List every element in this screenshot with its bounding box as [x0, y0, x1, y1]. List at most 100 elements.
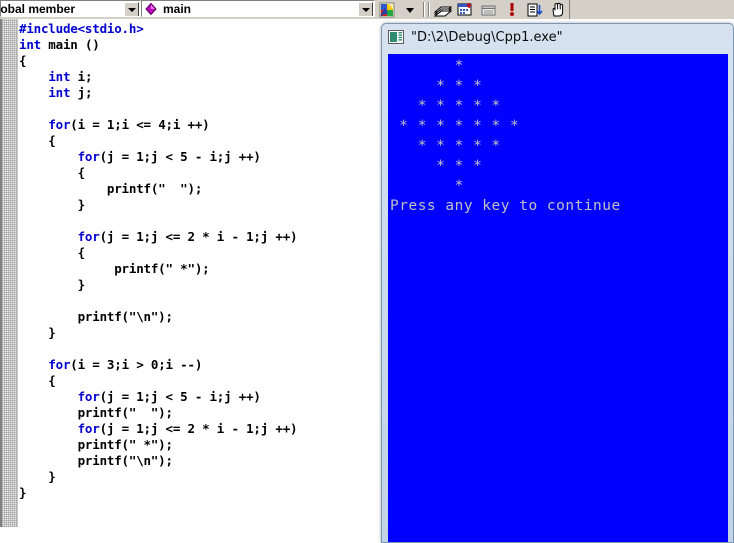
console-output: * * * * * * * * * * * * * * * * * * * * … — [388, 54, 728, 216]
code-line: for(j = 1;j <= 2 * i - 1;j ++) — [19, 421, 380, 437]
code-line: } — [19, 277, 380, 293]
go-to-definition-icon[interactable] — [523, 0, 546, 19]
code-line: } — [19, 325, 380, 341]
console-output-line: * * * * * — [390, 98, 501, 114]
code-line: int main () — [19, 37, 380, 53]
code-text: { — [19, 245, 86, 260]
code-line: for(j = 1;j < 5 - i;j ++) — [19, 149, 380, 165]
console-titlebar[interactable]: "D:\2\Debug\Cpp1.exe" — [382, 24, 733, 50]
code-text: (i = 3;i > 0;i --) — [70, 357, 203, 372]
code-line: printf(" *"); — [19, 437, 380, 453]
add-member-variable-icon[interactable] — [500, 0, 523, 19]
wizard-bar-icon[interactable] — [375, 0, 398, 19]
console-output-line: * * * * * — [390, 138, 501, 154]
code-text: (j = 1;j <= 2 * i - 1;j ++) — [99, 421, 298, 436]
code-line: } — [19, 197, 380, 213]
hand-pan-icon[interactable] — [546, 0, 569, 19]
console-output-line: * — [390, 178, 464, 194]
console-title-text: "D:\2\Debug\Cpp1.exe" — [411, 29, 563, 45]
code-line: printf("\n"); — [19, 309, 380, 325]
console-output-line: * * * — [390, 78, 483, 94]
code-text-area[interactable]: #include<stdio.h> int main (){ int i; int… — [19, 19, 380, 527]
code-keyword: for — [77, 389, 100, 404]
code-text: j; — [70, 85, 93, 100]
code-line: { — [19, 165, 380, 181]
code-text: printf("\n"); — [19, 309, 173, 324]
chevron-down-icon[interactable] — [124, 2, 139, 16]
code-text: (i = 1;i <= 4;i ++) — [70, 117, 210, 132]
code-text: } — [19, 197, 86, 212]
code-keyword: int — [48, 85, 71, 100]
editor-gutter[interactable] — [2, 19, 18, 527]
code-line: int j; — [19, 85, 380, 101]
code-text: { — [19, 133, 56, 148]
code-text: printf(" *"); — [19, 437, 173, 452]
code-text: { — [19, 53, 27, 68]
console-output-line: * * * * * * * — [390, 118, 520, 134]
new-class-icon[interactable] — [454, 0, 477, 19]
code-text: printf(" *"); — [19, 261, 210, 276]
code-line: { — [19, 133, 380, 149]
code-line: #include<stdio.h> — [19, 21, 380, 37]
new-form-icon[interactable] — [477, 0, 500, 19]
code-text: (j = 1;j < 5 - i;j ++) — [99, 389, 261, 404]
code-preprocessor: #include<stdio.h> — [19, 21, 144, 36]
console-screen: * * * * * * * * * * * * * * * * * * * * … — [388, 54, 728, 542]
code-line: for(i = 3;i > 0;i --) — [19, 357, 380, 373]
toolbar-empty-space — [569, 0, 734, 19]
code-line: printf(" "); — [19, 405, 380, 421]
class-wizard-icon[interactable] — [431, 0, 454, 19]
code-text: } — [19, 325, 56, 340]
code-text: } — [19, 485, 27, 500]
console-output-line: * * * — [390, 158, 483, 174]
member-function-diamond-icon — [145, 2, 157, 15]
code-text: main () — [40, 37, 100, 52]
code-line: } — [19, 469, 380, 485]
code-line: for(i = 1;i <= 4;i ++) — [19, 117, 380, 133]
code-text: i; — [70, 69, 93, 84]
wizardbar-toolbar: lobal member main — [0, 0, 734, 19]
code-text: (j = 1;j < 5 - i;j ++) — [99, 149, 261, 164]
code-text: { — [19, 165, 86, 180]
code-line: printf("\n"); — [19, 453, 380, 469]
console-output-line: Press any key to continue — [390, 198, 621, 214]
code-line: printf(" *"); — [19, 261, 380, 277]
code-text: printf(" "); — [19, 181, 203, 196]
program-output-console[interactable]: "D:\2\Debug\Cpp1.exe" * * * * * * * * * … — [381, 23, 734, 543]
code-text: (j = 1;j <= 2 * i - 1;j ++) — [99, 229, 298, 244]
code-keyword: int — [19, 37, 41, 52]
code-text: } — [19, 469, 56, 484]
code-line: printf(" "); — [19, 181, 380, 197]
code-line: } — [19, 485, 380, 501]
code-keyword: for — [77, 229, 100, 244]
global-members-combo[interactable]: lobal member — [0, 0, 141, 17]
global-members-combo-value: lobal member — [0, 1, 76, 16]
code-keyword: for — [77, 421, 100, 436]
code-line: { — [19, 245, 380, 261]
code-keyword: for — [77, 149, 100, 164]
code-text: printf("\n"); — [19, 453, 173, 468]
code-keyword: for — [48, 117, 71, 132]
code-line: { — [19, 53, 380, 69]
code-line: { — [19, 373, 380, 389]
symbol-combo[interactable]: main — [141, 0, 375, 17]
chevron-down-icon[interactable] — [358, 2, 373, 16]
console-output-line: * — [390, 58, 464, 74]
wizardbar-dropdown-icon[interactable] — [398, 0, 421, 19]
code-line: int i; — [19, 69, 380, 85]
code-keyword: int — [48, 69, 71, 84]
code-line: for(j = 1;j < 5 - i;j ++) — [19, 389, 380, 405]
source-code-editor[interactable]: #include<stdio.h> int main (){ int i; int… — [0, 19, 380, 527]
